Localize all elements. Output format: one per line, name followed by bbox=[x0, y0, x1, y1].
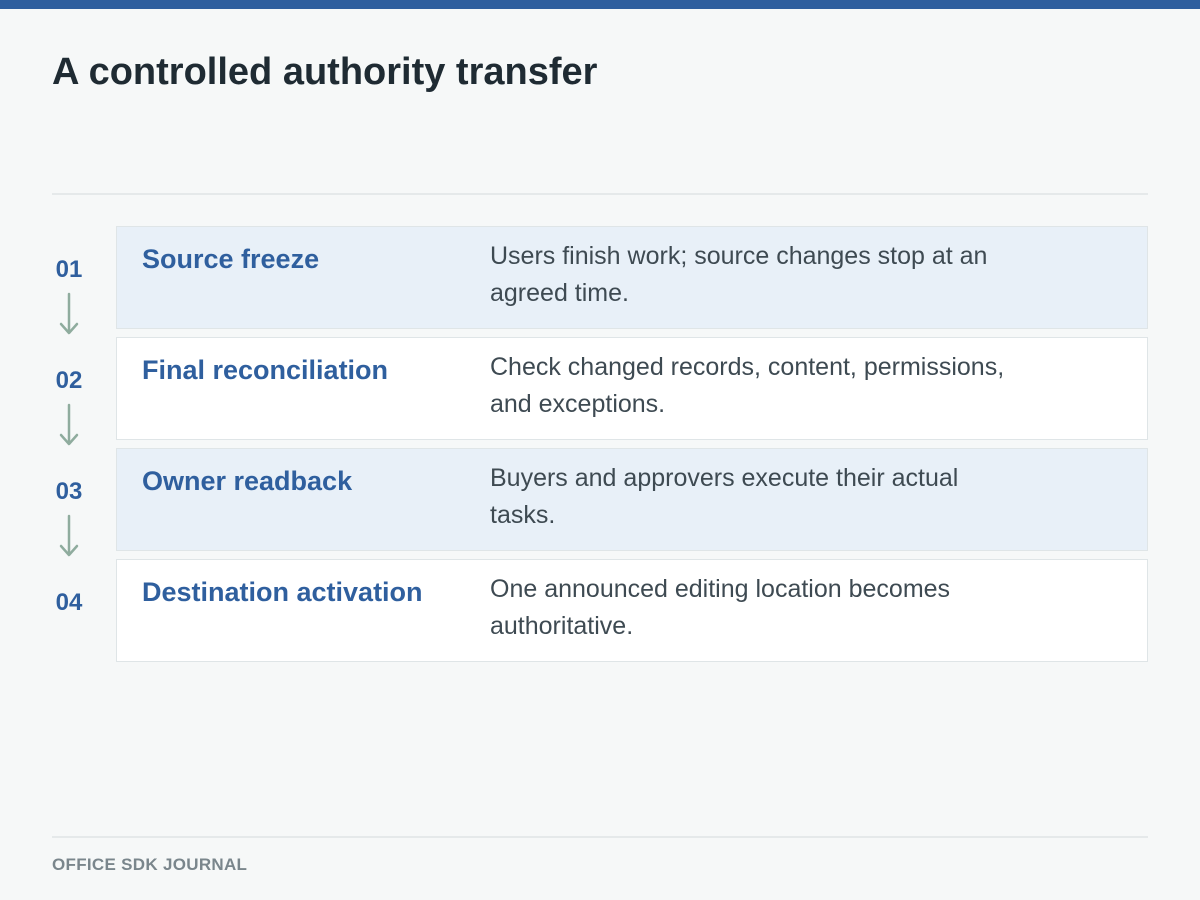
step-description: Buyers and approvers execute their actua… bbox=[490, 464, 959, 529]
step-title: Destination activation bbox=[142, 577, 423, 607]
step-item-source-freeze: 01 Source freeze Users finish work; sour… bbox=[52, 226, 1148, 335]
step-number: 02 bbox=[55, 367, 83, 394]
top-divider bbox=[52, 193, 1148, 195]
step-card: Source freeze Users finish work; source … bbox=[116, 226, 1148, 329]
step-number: 04 bbox=[55, 589, 83, 616]
down-arrow-icon bbox=[59, 292, 79, 335]
down-arrow-icon bbox=[59, 403, 79, 446]
bottom-divider bbox=[52, 836, 1148, 838]
step-description: Check changed records, content, permissi… bbox=[490, 353, 1005, 418]
step-number: 01 bbox=[55, 256, 83, 283]
step-description: Users finish work; source changes stop a… bbox=[490, 242, 988, 307]
step-number: 03 bbox=[55, 478, 83, 505]
down-arrow-icon bbox=[59, 514, 79, 557]
page-title: A controlled authority transfer bbox=[52, 51, 598, 93]
step-title: Source freeze bbox=[142, 244, 320, 274]
step-item-owner-readback: 03 Owner readback Buyers and approvers e… bbox=[52, 448, 1148, 557]
step-item-destination-activation: 04 Destination activation One announced … bbox=[52, 559, 1148, 662]
step-card: Owner readback Buyers and approvers exec… bbox=[116, 448, 1148, 551]
step-title: Owner readback bbox=[142, 466, 353, 496]
top-accent-bar bbox=[0, 0, 1200, 9]
step-item-final-reconciliation: 02 Final reconciliation Check changed re… bbox=[52, 337, 1148, 446]
footer-publication-name: OFFICE SDK JOURNAL bbox=[52, 855, 248, 874]
step-description: One announced editing location becomes a… bbox=[490, 575, 951, 640]
step-card: Destination activation One announced edi… bbox=[116, 559, 1148, 662]
steps-list: 01 Source freeze Users finish work; sour… bbox=[52, 226, 1148, 670]
step-title: Final reconciliation bbox=[142, 355, 389, 385]
step-card: Final reconciliation Check changed recor… bbox=[116, 337, 1148, 440]
